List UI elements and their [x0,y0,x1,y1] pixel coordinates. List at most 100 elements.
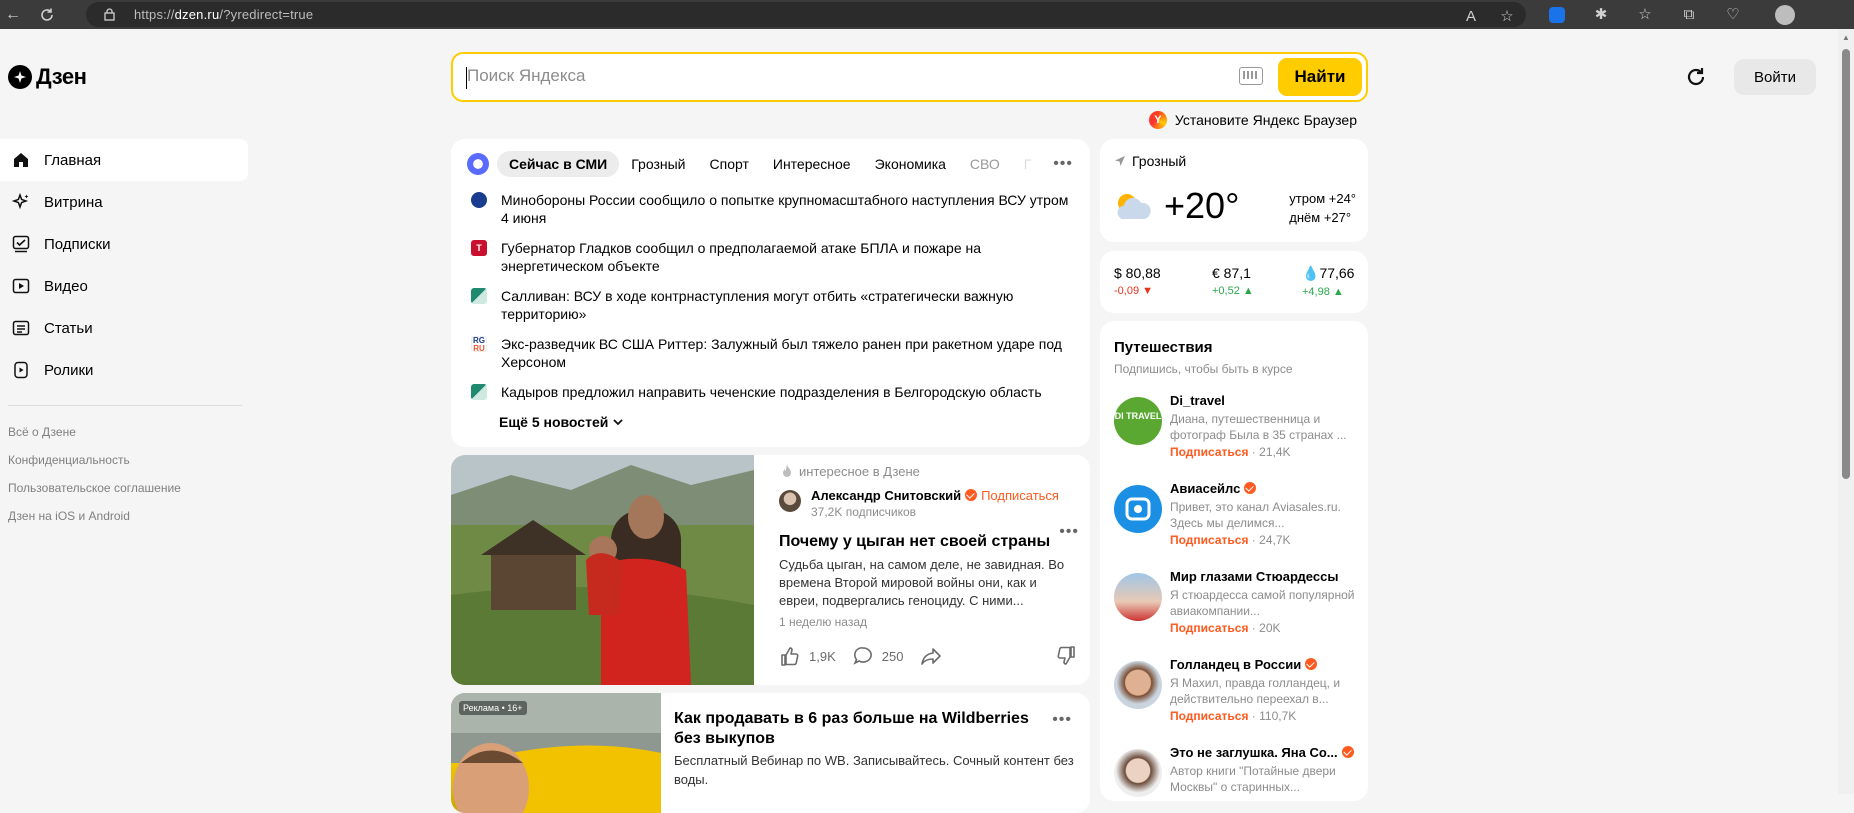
ad-description[interactable]: Бесплатный Вебинар по WB. Записывайтесь.… [674,751,1074,789]
search-button[interactable]: Найти [1278,58,1362,96]
sidebar-item-showcase[interactable]: Витрина [0,181,248,223]
rate-eur[interactable]: € 87,1 +0,52 ▲ [1212,265,1254,297]
footer-link-about[interactable]: Всё о Дзене [0,418,248,446]
tab-now-in-media[interactable]: Сейчас в СМИ [497,151,620,177]
dzen-logo[interactable]: Дзен [8,64,87,90]
subscribe-button[interactable]: Подписаться [981,488,1059,503]
refresh-feed-icon[interactable] [1684,65,1708,89]
article-title[interactable]: Почему у цыган нет своей страны [779,533,1079,551]
sidebar-item-video[interactable]: Видео [0,265,248,307]
sidebar-item-articles[interactable]: Статьи [0,307,248,349]
channel-name[interactable]: Di_travel [1170,393,1355,408]
favorites-icon[interactable]: ☆ [1634,4,1656,26]
subscribe-button[interactable]: Подписаться [1170,445,1248,459]
channel-item[interactable]: Мир глазами Стюардессы Я стюардесса само… [1114,567,1359,645]
news-headline[interactable]: Губернатор Гладков сообщил о предполагае… [501,239,1071,275]
channel-item[interactable]: Голландец в России Я Махил, правда голла… [1114,655,1359,733]
search-box[interactable]: Найти [451,52,1368,102]
sidebar-item-home[interactable]: Главная [0,139,248,181]
reload-icon[interactable] [34,0,60,29]
dislike-button[interactable] [1055,645,1085,667]
like-button[interactable]: 1,9K [779,645,836,667]
tab-truncated[interactable]: Г [1012,151,1044,177]
more-tabs-icon[interactable]: ••• [1053,155,1073,173]
channel-subscribers: 21,4K [1259,445,1291,459]
sidebar-item-subscriptions[interactable]: Подписки [0,223,248,265]
article-description[interactable]: Судьба цыган, на самом деле, не завидная… [779,556,1079,610]
news-item[interactable]: Салливан: ВСУ в ходе контрнаступления мо… [471,287,1071,323]
browser-essentials-icon[interactable]: ♡ [1722,4,1744,26]
browser-promo-link[interactable]: Y Установите Яндекс Браузер [1148,111,1357,129]
news-headline[interactable]: Кадыров предложил направить чеченские по… [501,383,1042,401]
channel-avatar[interactable] [1114,661,1162,709]
ad-title[interactable]: Как продавать в 6 раз больше на Wildberr… [674,709,1054,749]
sidebar-item-clips[interactable]: Ролики [0,349,248,391]
channel-name[interactable]: Мир глазами Стюардессы [1170,569,1355,584]
tab-svo[interactable]: СВО [958,151,1012,177]
news-item[interactable]: Кадыров предложил направить чеченские по… [471,383,1071,401]
footer-link-apps[interactable]: Дзен на iOS и Android [0,502,248,530]
profile-icon[interactable] [1774,4,1796,26]
tab-interesting[interactable]: Интересное [761,151,863,177]
rate-usd[interactable]: $ 80,88 -0,09 ▼ [1114,265,1161,297]
tab-grozny[interactable]: Грозный [619,151,697,177]
author-avatar[interactable] [779,490,801,512]
channel-avatar[interactable] [1114,749,1162,797]
scroll-up-icon[interactable]: ▲ [1841,33,1851,42]
channel-item[interactable]: Это не заглушка. Яна Со... Автор книги "… [1114,743,1359,801]
channel-avatar[interactable]: DI TRAVEL [1114,397,1162,445]
author-name[interactable]: Александр Снитовский Подписаться [811,488,1059,503]
channel-name[interactable]: Авиасейлс [1170,481,1355,496]
subscribe-button[interactable]: Подписаться [1170,621,1248,635]
tab-economy[interactable]: Экономика [863,151,958,177]
news-headline[interactable]: Экс-разведчик ВС США Риттер: Залужный бы… [501,335,1071,371]
share-button[interactable] [919,645,951,667]
back-arrow-icon[interactable]: ← [0,0,26,29]
footer-link-privacy[interactable]: Конфиденциальность [0,446,248,474]
channel-name[interactable]: Это не заглушка. Яна Со... [1170,745,1355,760]
read-aloud-icon[interactable]: A [1460,6,1482,28]
ad-card[interactable]: Реклама • 16+ Как продавать в 6 раз боль… [451,693,1090,813]
extensions-icon[interactable]: ✱ [1590,4,1612,26]
search-input[interactable] [467,66,1187,86]
article-image[interactable] [451,455,754,685]
news-headline[interactable]: Минобороны России сообщило о попытке кру… [501,191,1071,227]
subscribe-button[interactable]: Подписаться [1170,709,1248,723]
weather-widget[interactable]: Грозный +20° утром +24° днём +27° [1100,139,1368,242]
channel-description: Я Махил, правда голландец, и действитель… [1170,676,1341,706]
triangle-down-icon: ▼ [1142,285,1154,297]
news-item[interactable]: RG RU Экс-разведчик ВС США Риттер: Залужн… [471,335,1071,371]
address-bar[interactable]: https://dzen.ru/?yredirect=true A ☆ [86,2,1526,27]
rate-oil[interactable]: 💧77,66 +4,98 ▲ [1302,265,1354,298]
like-count: 1,9K [809,648,836,664]
channel-name[interactable]: Голландец в России [1170,657,1355,672]
favorite-add-icon[interactable]: ☆ [1496,6,1518,28]
collections-icon[interactable]: ⧉ [1678,4,1700,26]
keyboard-icon[interactable] [1239,67,1263,85]
ad-image[interactable]: Реклама • 16+ [451,693,661,813]
news-rubric-icon [467,153,489,175]
channel-avatar[interactable] [1114,485,1162,533]
article-card[interactable]: интересное в Дзене Александр Снитовский П… [451,455,1090,685]
footer-link-terms[interactable]: Пользовательское соглашение [0,474,248,502]
extension-shazam-icon[interactable] [1546,4,1568,26]
channel-avatar[interactable] [1114,573,1162,621]
login-button[interactable]: Войти [1734,59,1816,95]
page-scrollbar[interactable]: ▲ [1838,29,1854,794]
subscribe-button[interactable]: Подписаться [1170,533,1248,547]
rates-widget[interactable]: $ 80,88 -0,09 ▼ € 87,1 +0,52 ▲ 💧77,66 +4… [1100,251,1368,313]
tab-sport[interactable]: Спорт [698,151,761,177]
ad-menu-icon[interactable]: ••• [1052,711,1072,729]
more-news-button[interactable]: Ещё 5 новостей [499,414,624,430]
comment-button[interactable]: 250 [852,645,903,667]
channel-item[interactable]: DI TRAVEL Di_travel Диана, путешественни… [1114,391,1359,469]
partly-cloudy-icon [1117,194,1151,219]
scrollbar-thumb[interactable] [1842,49,1850,479]
news-item[interactable]: Минобороны России сообщило о попытке кру… [471,191,1071,227]
news-item[interactable]: Т Губернатор Гладков сообщил о предполаг… [471,239,1071,275]
channel-item[interactable]: Авиасейлс Привет, это канал Aviasales.ru… [1114,479,1359,557]
more-news-label: Ещё 5 новостей [499,414,609,430]
weather-day: днём +27° [1289,210,1352,225]
news-headline[interactable]: Салливан: ВСУ в ходе контрнаступления мо… [501,287,1071,323]
channel-description: Диана, путешественница и фотограф Была в… [1170,412,1347,442]
